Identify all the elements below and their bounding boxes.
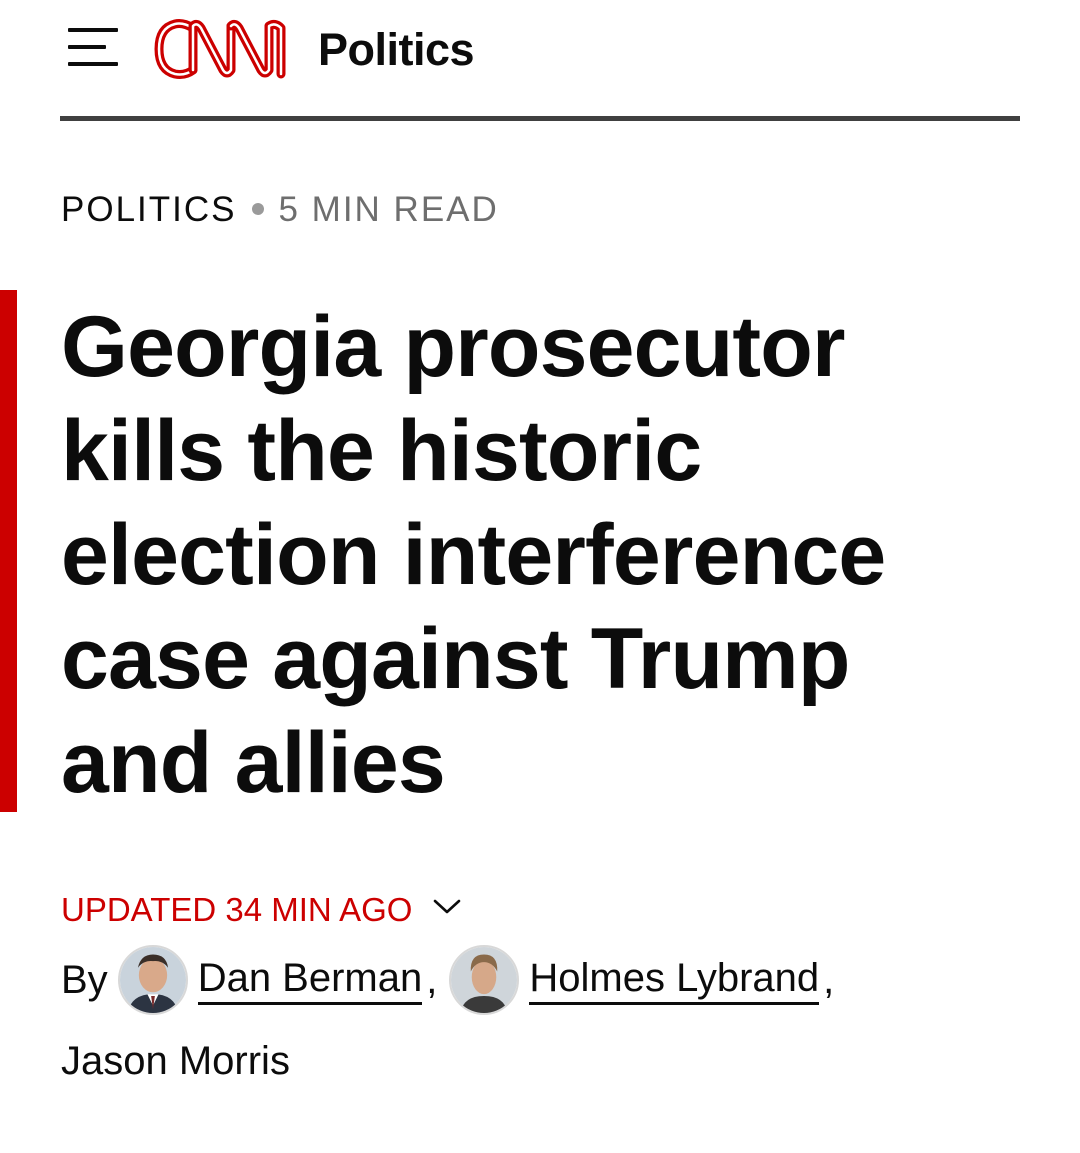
- author-separator: ,: [426, 957, 438, 1002]
- read-time: 5 MIN READ: [278, 190, 499, 229]
- hamburger-menu-icon[interactable]: [68, 28, 124, 68]
- headline-accent-bar: [0, 290, 17, 812]
- cnn-logo[interactable]: [153, 18, 297, 80]
- author-link-dan-berman[interactable]: Dan Berman: [197, 956, 423, 1005]
- avatar[interactable]: [117, 945, 188, 1015]
- updated-text: UPDATED 34 MIN AGO: [61, 891, 413, 928]
- separator-dot: [252, 202, 265, 215]
- author-link-holmes-lybrand[interactable]: Holmes Lybrand: [529, 956, 820, 1005]
- updated-timestamp[interactable]: UPDATED 34 MIN AGO: [61, 888, 462, 932]
- by-label: By: [61, 957, 108, 1002]
- author-name-jason-morris: Jason Morris: [61, 1039, 290, 1083]
- byline: By Dan Berman , Holmes Lybrand ,: [61, 940, 846, 1020]
- category-label[interactable]: POLITICS: [61, 190, 236, 229]
- avatar[interactable]: [449, 945, 520, 1015]
- author-separator: ,: [823, 957, 835, 1002]
- article-eyebrow: POLITICS 5 MIN READ: [61, 188, 499, 232]
- chevron-down-icon[interactable]: [432, 897, 462, 917]
- header-divider: [60, 116, 1020, 121]
- section-title[interactable]: Politics: [318, 24, 475, 76]
- site-header: Politics: [0, 0, 1080, 121]
- article-headline: Georgia prosecutor kills the historic el…: [61, 299, 886, 811]
